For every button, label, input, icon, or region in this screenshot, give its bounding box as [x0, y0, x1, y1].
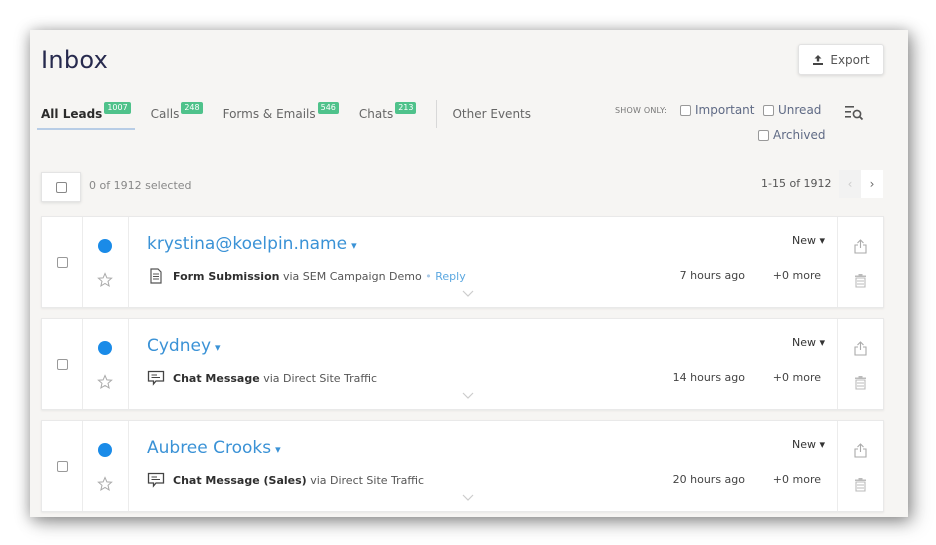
separator: • — [425, 269, 432, 283]
lead-tabs: All Leads 1007 Calls 248 Forms & Emails … — [37, 100, 551, 134]
checkbox[interactable] — [55, 181, 67, 193]
trash-icon[interactable] — [853, 273, 868, 288]
status-label: New — [791, 336, 816, 349]
filter-archived[interactable]: Archived — [758, 128, 826, 142]
more-link[interactable]: +0 more — [773, 473, 821, 486]
tab-all-leads[interactable]: All Leads 1007 — [37, 100, 135, 130]
checkbox[interactable] — [758, 129, 769, 141]
unread-dot-icon — [98, 443, 112, 457]
trash-icon[interactable] — [853, 477, 868, 492]
tab-calls[interactable]: Calls 248 — [151, 100, 203, 121]
chat-icon — [147, 472, 165, 488]
lead-row[interactable]: Cydney ▾ Chat Message via Direct Site Tra… — [41, 318, 884, 410]
count-badge: 213 — [395, 102, 417, 114]
export-label: Export — [830, 52, 870, 67]
unread-dot-icon — [98, 239, 112, 253]
chevron-down-icon[interactable] — [461, 493, 475, 503]
trash-icon[interactable] — [853, 375, 868, 390]
row-checkbox[interactable] — [56, 256, 68, 268]
event-type: Chat Message — [173, 371, 260, 385]
timestamp: 14 hours ago — [672, 371, 745, 384]
timestamp: 20 hours ago — [672, 473, 745, 486]
status-dropdown[interactable]: New ▾ — [792, 336, 825, 349]
more-link[interactable]: +0 more — [773, 269, 821, 282]
share-icon[interactable] — [853, 443, 868, 458]
lead-name: Aubree Crooks — [147, 438, 272, 458]
lead-name: Cydney — [147, 336, 212, 356]
filter-unread[interactable]: Unread — [763, 103, 821, 117]
lead-name-link[interactable]: Cydney ▾ — [147, 336, 221, 356]
upload-icon — [813, 54, 824, 65]
status-label: New — [791, 438, 816, 451]
tab-label: All Leads — [41, 107, 103, 121]
lead-row[interactable]: Aubree Crooks ▾ Chat Message (Sales) via … — [41, 420, 884, 512]
tab-other-events[interactable]: Other Events — [452, 100, 531, 121]
selection-count: 0 of 1912 selected — [89, 179, 192, 192]
unread-dot-icon — [98, 341, 112, 355]
select-all-checkbox[interactable] — [41, 172, 81, 202]
status-dropdown[interactable]: New ▾ — [792, 438, 825, 451]
filter-label: Unread — [778, 103, 822, 117]
event-source: via SEM Campaign Demo — [282, 269, 422, 283]
event-source: via Direct Site Traffic — [263, 371, 378, 385]
show-only-label: SHOW ONLY: — [615, 106, 668, 115]
status-dropdown[interactable]: New ▾ — [792, 234, 825, 247]
count-badge: 248 — [181, 102, 203, 114]
tab-divider — [436, 100, 438, 128]
pagination-range: 1-15 of 1912 — [761, 177, 832, 190]
star-icon[interactable] — [97, 476, 113, 492]
checkbox[interactable] — [680, 104, 691, 116]
chevron-down-icon[interactable] — [461, 391, 475, 401]
lead-name: krystina@koelpin.name — [147, 234, 348, 254]
filter-search-icon[interactable] — [844, 105, 864, 121]
tab-label: Calls — [150, 107, 180, 121]
status-label: New — [791, 234, 816, 247]
tab-forms-emails[interactable]: Forms & Emails 546 — [223, 100, 339, 121]
lead-name-link[interactable]: krystina@koelpin.name ▾ — [147, 234, 357, 254]
inbox-panel: Inbox Export All Leads 1007 Calls 248 Fo… — [30, 30, 908, 517]
more-link[interactable]: +0 more — [773, 371, 821, 384]
event-source: via Direct Site Traffic — [310, 473, 425, 487]
row-checkbox[interactable] — [56, 358, 68, 370]
event-type: Chat Message (Sales) — [173, 473, 307, 487]
lead-row[interactable]: krystina@koelpin.name ▾ Form Submission v… — [41, 216, 884, 308]
chat-icon — [147, 370, 165, 386]
row-checkbox[interactable] — [56, 460, 68, 472]
timestamp: 7 hours ago — [679, 269, 745, 282]
export-button[interactable]: Export — [798, 44, 884, 75]
form-icon — [150, 268, 162, 284]
share-icon[interactable] — [853, 239, 868, 254]
tab-label: Other Events — [452, 107, 531, 121]
star-icon[interactable] — [97, 272, 113, 288]
filter-label: Archived — [773, 128, 826, 142]
prev-page-button[interactable]: ‹ — [839, 170, 861, 198]
caret-down-icon: ▾ — [215, 341, 221, 354]
share-icon[interactable] — [853, 341, 868, 356]
count-badge: 546 — [317, 102, 339, 114]
tab-label: Chats — [358, 107, 394, 121]
star-icon[interactable] — [97, 374, 113, 390]
event-type: Form Submission — [173, 269, 280, 283]
chevron-down-icon[interactable] — [461, 289, 475, 299]
caret-down-icon: ▾ — [351, 239, 357, 252]
caret-down-icon: ▾ — [275, 443, 281, 456]
next-page-button[interactable]: › — [861, 170, 883, 198]
lead-name-link[interactable]: Aubree Crooks ▾ — [147, 438, 281, 458]
tab-chats[interactable]: Chats 213 — [359, 100, 417, 121]
tab-label: Forms & Emails — [222, 107, 316, 121]
checkbox[interactable] — [763, 104, 774, 116]
page-title: Inbox — [41, 46, 109, 74]
filter-important[interactable]: Important — [680, 103, 755, 117]
filter-label: Important — [695, 103, 755, 117]
count-badge: 1007 — [104, 102, 131, 114]
reply-link[interactable]: Reply — [435, 270, 465, 283]
